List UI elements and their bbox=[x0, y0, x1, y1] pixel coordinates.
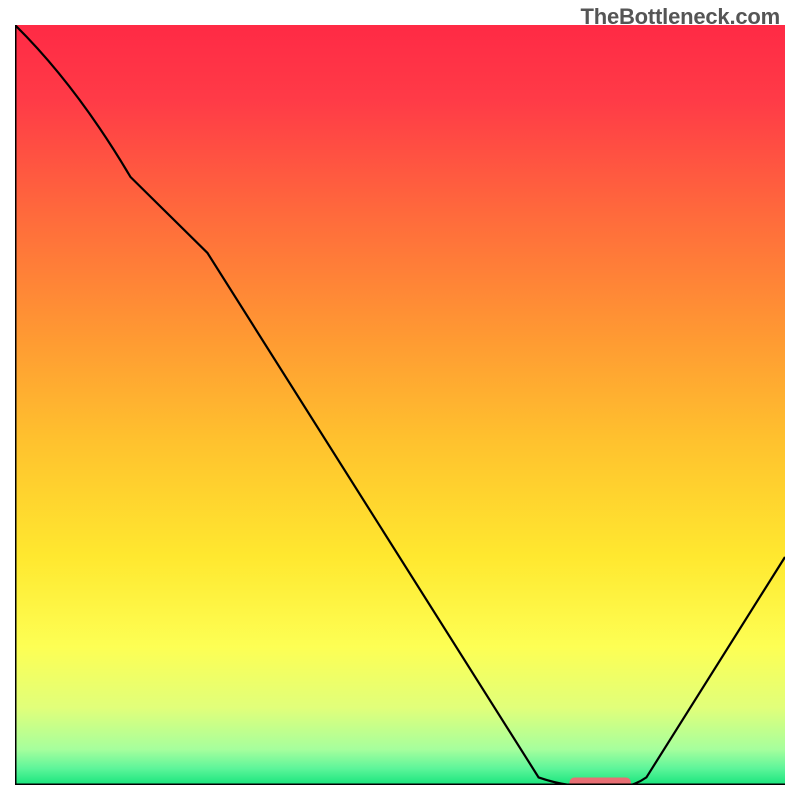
chart-container: TheBottleneck.com bbox=[0, 0, 800, 800]
plot-area bbox=[15, 25, 785, 785]
watermark-text: TheBottleneck.com bbox=[580, 4, 780, 30]
gradient-background bbox=[17, 25, 786, 784]
chart-svg bbox=[15, 25, 785, 785]
